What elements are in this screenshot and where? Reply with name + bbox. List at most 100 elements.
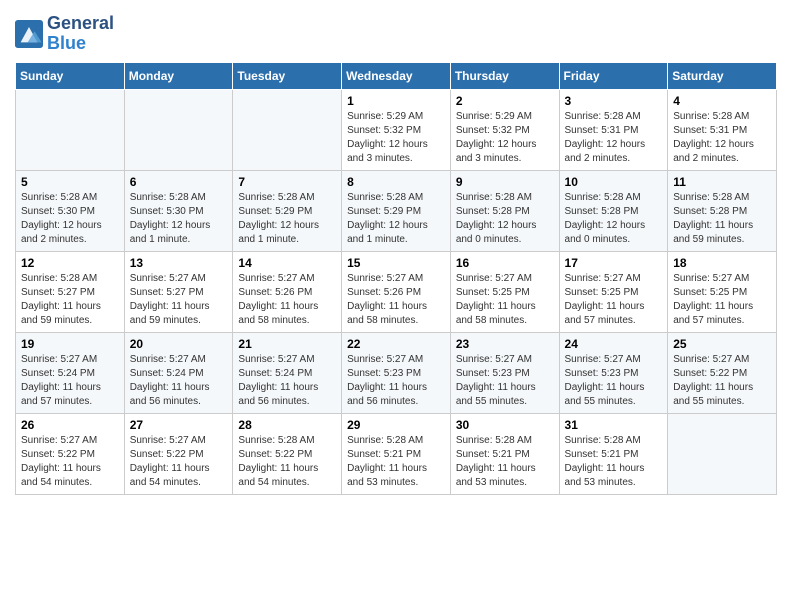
cell-info: Sunrise: 5:28 AMSunset: 5:21 PMDaylight:… (347, 434, 445, 490)
calendar-cell: 13 Sunrise: 5:27 AMSunset: 5:27 PMDayligh… (124, 251, 233, 332)
calendar-header: SundayMondayTuesdayWednesdayThursdayFrid… (16, 62, 777, 89)
cell-info: Sunrise: 5:28 AMSunset: 5:27 PMDaylight:… (21, 272, 119, 328)
cell-info: Sunrise: 5:27 AMSunset: 5:23 PMDaylight:… (456, 353, 554, 409)
day-number: 26 (21, 418, 119, 432)
calendar-cell: 11 Sunrise: 5:28 AMSunset: 5:28 PMDayligh… (668, 170, 777, 251)
calendar-cell: 8 Sunrise: 5:28 AMSunset: 5:29 PMDaylight… (342, 170, 451, 251)
calendar-cell: 20 Sunrise: 5:27 AMSunset: 5:24 PMDayligh… (124, 332, 233, 413)
day-number: 24 (565, 337, 663, 351)
calendar-cell: 3 Sunrise: 5:28 AMSunset: 5:31 PMDaylight… (559, 89, 668, 170)
calendar-cell: 24 Sunrise: 5:27 AMSunset: 5:23 PMDayligh… (559, 332, 668, 413)
cell-info: Sunrise: 5:27 AMSunset: 5:22 PMDaylight:… (130, 434, 228, 490)
calendar-cell: 18 Sunrise: 5:27 AMSunset: 5:25 PMDayligh… (668, 251, 777, 332)
day-number: 11 (673, 175, 771, 189)
calendar-cell: 27 Sunrise: 5:27 AMSunset: 5:22 PMDayligh… (124, 413, 233, 494)
cell-info: Sunrise: 5:28 AMSunset: 5:28 PMDaylight:… (673, 191, 771, 247)
cell-info: Sunrise: 5:28 AMSunset: 5:29 PMDaylight:… (347, 191, 445, 247)
day-number: 16 (456, 256, 554, 270)
cell-info: Sunrise: 5:27 AMSunset: 5:27 PMDaylight:… (130, 272, 228, 328)
day-number: 7 (238, 175, 336, 189)
calendar-cell: 2 Sunrise: 5:29 AMSunset: 5:32 PMDaylight… (450, 89, 559, 170)
cell-info: Sunrise: 5:27 AMSunset: 5:25 PMDaylight:… (456, 272, 554, 328)
cell-info: Sunrise: 5:27 AMSunset: 5:26 PMDaylight:… (238, 272, 336, 328)
weekday-header: Thursday (450, 62, 559, 89)
calendar-cell: 19 Sunrise: 5:27 AMSunset: 5:24 PMDayligh… (16, 332, 125, 413)
calendar-cell: 26 Sunrise: 5:27 AMSunset: 5:22 PMDayligh… (16, 413, 125, 494)
weekday-header: Tuesday (233, 62, 342, 89)
calendar-week-row: 1 Sunrise: 5:29 AMSunset: 5:32 PMDaylight… (16, 89, 777, 170)
cell-info: Sunrise: 5:28 AMSunset: 5:21 PMDaylight:… (456, 434, 554, 490)
calendar-cell: 29 Sunrise: 5:28 AMSunset: 5:21 PMDayligh… (342, 413, 451, 494)
weekday-header: Sunday (16, 62, 125, 89)
day-number: 25 (673, 337, 771, 351)
cell-info: Sunrise: 5:28 AMSunset: 5:22 PMDaylight:… (238, 434, 336, 490)
calendar-cell (124, 89, 233, 170)
day-number: 6 (130, 175, 228, 189)
logo-text: General Blue (47, 14, 114, 54)
cell-info: Sunrise: 5:29 AMSunset: 5:32 PMDaylight:… (347, 110, 445, 166)
calendar-cell: 1 Sunrise: 5:29 AMSunset: 5:32 PMDaylight… (342, 89, 451, 170)
cell-info: Sunrise: 5:28 AMSunset: 5:30 PMDaylight:… (130, 191, 228, 247)
cell-info: Sunrise: 5:28 AMSunset: 5:31 PMDaylight:… (673, 110, 771, 166)
cell-info: Sunrise: 5:28 AMSunset: 5:28 PMDaylight:… (565, 191, 663, 247)
calendar-cell (233, 89, 342, 170)
cell-info: Sunrise: 5:27 AMSunset: 5:22 PMDaylight:… (673, 353, 771, 409)
calendar-cell: 17Sunrise: 5:27 AMSunset: 5:25 PMDayligh… (559, 251, 668, 332)
calendar-cell (668, 413, 777, 494)
logo: General Blue (15, 14, 114, 54)
weekday-header: Saturday (668, 62, 777, 89)
cell-info: Sunrise: 5:28 AMSunset: 5:31 PMDaylight:… (565, 110, 663, 166)
calendar-cell: 15Sunrise: 5:27 AMSunset: 5:26 PMDayligh… (342, 251, 451, 332)
calendar-week-row: 19 Sunrise: 5:27 AMSunset: 5:24 PMDayligh… (16, 332, 777, 413)
day-number: 19 (21, 337, 119, 351)
weekday-header: Monday (124, 62, 233, 89)
day-number: 18 (673, 256, 771, 270)
day-number: 5 (21, 175, 119, 189)
calendar-cell: 16 Sunrise: 5:27 AMSunset: 5:25 PMDayligh… (450, 251, 559, 332)
cell-info: Sunrise: 5:27 AMSunset: 5:23 PMDaylight:… (565, 353, 663, 409)
calendar-cell: 4 Sunrise: 5:28 AMSunset: 5:31 PMDaylight… (668, 89, 777, 170)
calendar-cell: 9 Sunrise: 5:28 AMSunset: 5:28 PMDaylight… (450, 170, 559, 251)
day-number: 3 (565, 94, 663, 108)
cell-info: Sunrise: 5:27 AMSunset: 5:24 PMDaylight:… (21, 353, 119, 409)
calendar-cell: 25 Sunrise: 5:27 AMSunset: 5:22 PMDayligh… (668, 332, 777, 413)
cell-info: Sunrise: 5:27 AMSunset: 5:22 PMDaylight:… (21, 434, 119, 490)
calendar-table: SundayMondayTuesdayWednesdayThursdayFrid… (15, 62, 777, 495)
day-number: 8 (347, 175, 445, 189)
day-number: 2 (456, 94, 554, 108)
day-number: 15 (347, 256, 445, 270)
calendar-cell: 30 Sunrise: 5:28 AMSunset: 5:21 PMDayligh… (450, 413, 559, 494)
day-number: 30 (456, 418, 554, 432)
day-number: 29 (347, 418, 445, 432)
day-number: 28 (238, 418, 336, 432)
day-number: 4 (673, 94, 771, 108)
day-number: 20 (130, 337, 228, 351)
calendar-week-row: 12Sunrise: 5:28 AMSunset: 5:27 PMDayligh… (16, 251, 777, 332)
calendar-cell: 5Sunrise: 5:28 AMSunset: 5:30 PMDaylight… (16, 170, 125, 251)
cell-info: Sunrise: 5:27 AMSunset: 5:25 PMDaylight:… (673, 272, 771, 328)
calendar-cell: 7 Sunrise: 5:28 AMSunset: 5:29 PMDaylight… (233, 170, 342, 251)
cell-info: Sunrise: 5:28 AMSunset: 5:29 PMDaylight:… (238, 191, 336, 247)
logo-icon (15, 20, 43, 48)
day-number: 14 (238, 256, 336, 270)
cell-info: Sunrise: 5:27 AMSunset: 5:23 PMDaylight:… (347, 353, 445, 409)
day-number: 13 (130, 256, 228, 270)
calendar-cell: 21Sunrise: 5:27 AMSunset: 5:24 PMDayligh… (233, 332, 342, 413)
day-number: 31 (565, 418, 663, 432)
day-number: 10 (565, 175, 663, 189)
weekday-header: Friday (559, 62, 668, 89)
calendar-week-row: 26 Sunrise: 5:27 AMSunset: 5:22 PMDayligh… (16, 413, 777, 494)
day-number: 17 (565, 256, 663, 270)
day-number: 27 (130, 418, 228, 432)
day-number: 23 (456, 337, 554, 351)
day-number: 9 (456, 175, 554, 189)
cell-info: Sunrise: 5:27 AMSunset: 5:24 PMDaylight:… (130, 353, 228, 409)
cell-info: Sunrise: 5:28 AMSunset: 5:28 PMDaylight:… (456, 191, 554, 247)
day-number: 1 (347, 94, 445, 108)
page-header: General Blue (15, 10, 777, 54)
calendar-week-row: 5 Sunrise: 5:28 AMSunset: 5:30 PMDaylight… (16, 170, 777, 251)
calendar-cell: 22Sunrise: 5:27 AMSunset: 5:23 PMDayligh… (342, 332, 451, 413)
cell-info: Sunrise: 5:29 AMSunset: 5:32 PMDaylight:… (456, 110, 554, 166)
calendar-cell (16, 89, 125, 170)
cell-info: Sunrise: 5:28 AMSunset: 5:21 PMDaylight:… (565, 434, 663, 490)
